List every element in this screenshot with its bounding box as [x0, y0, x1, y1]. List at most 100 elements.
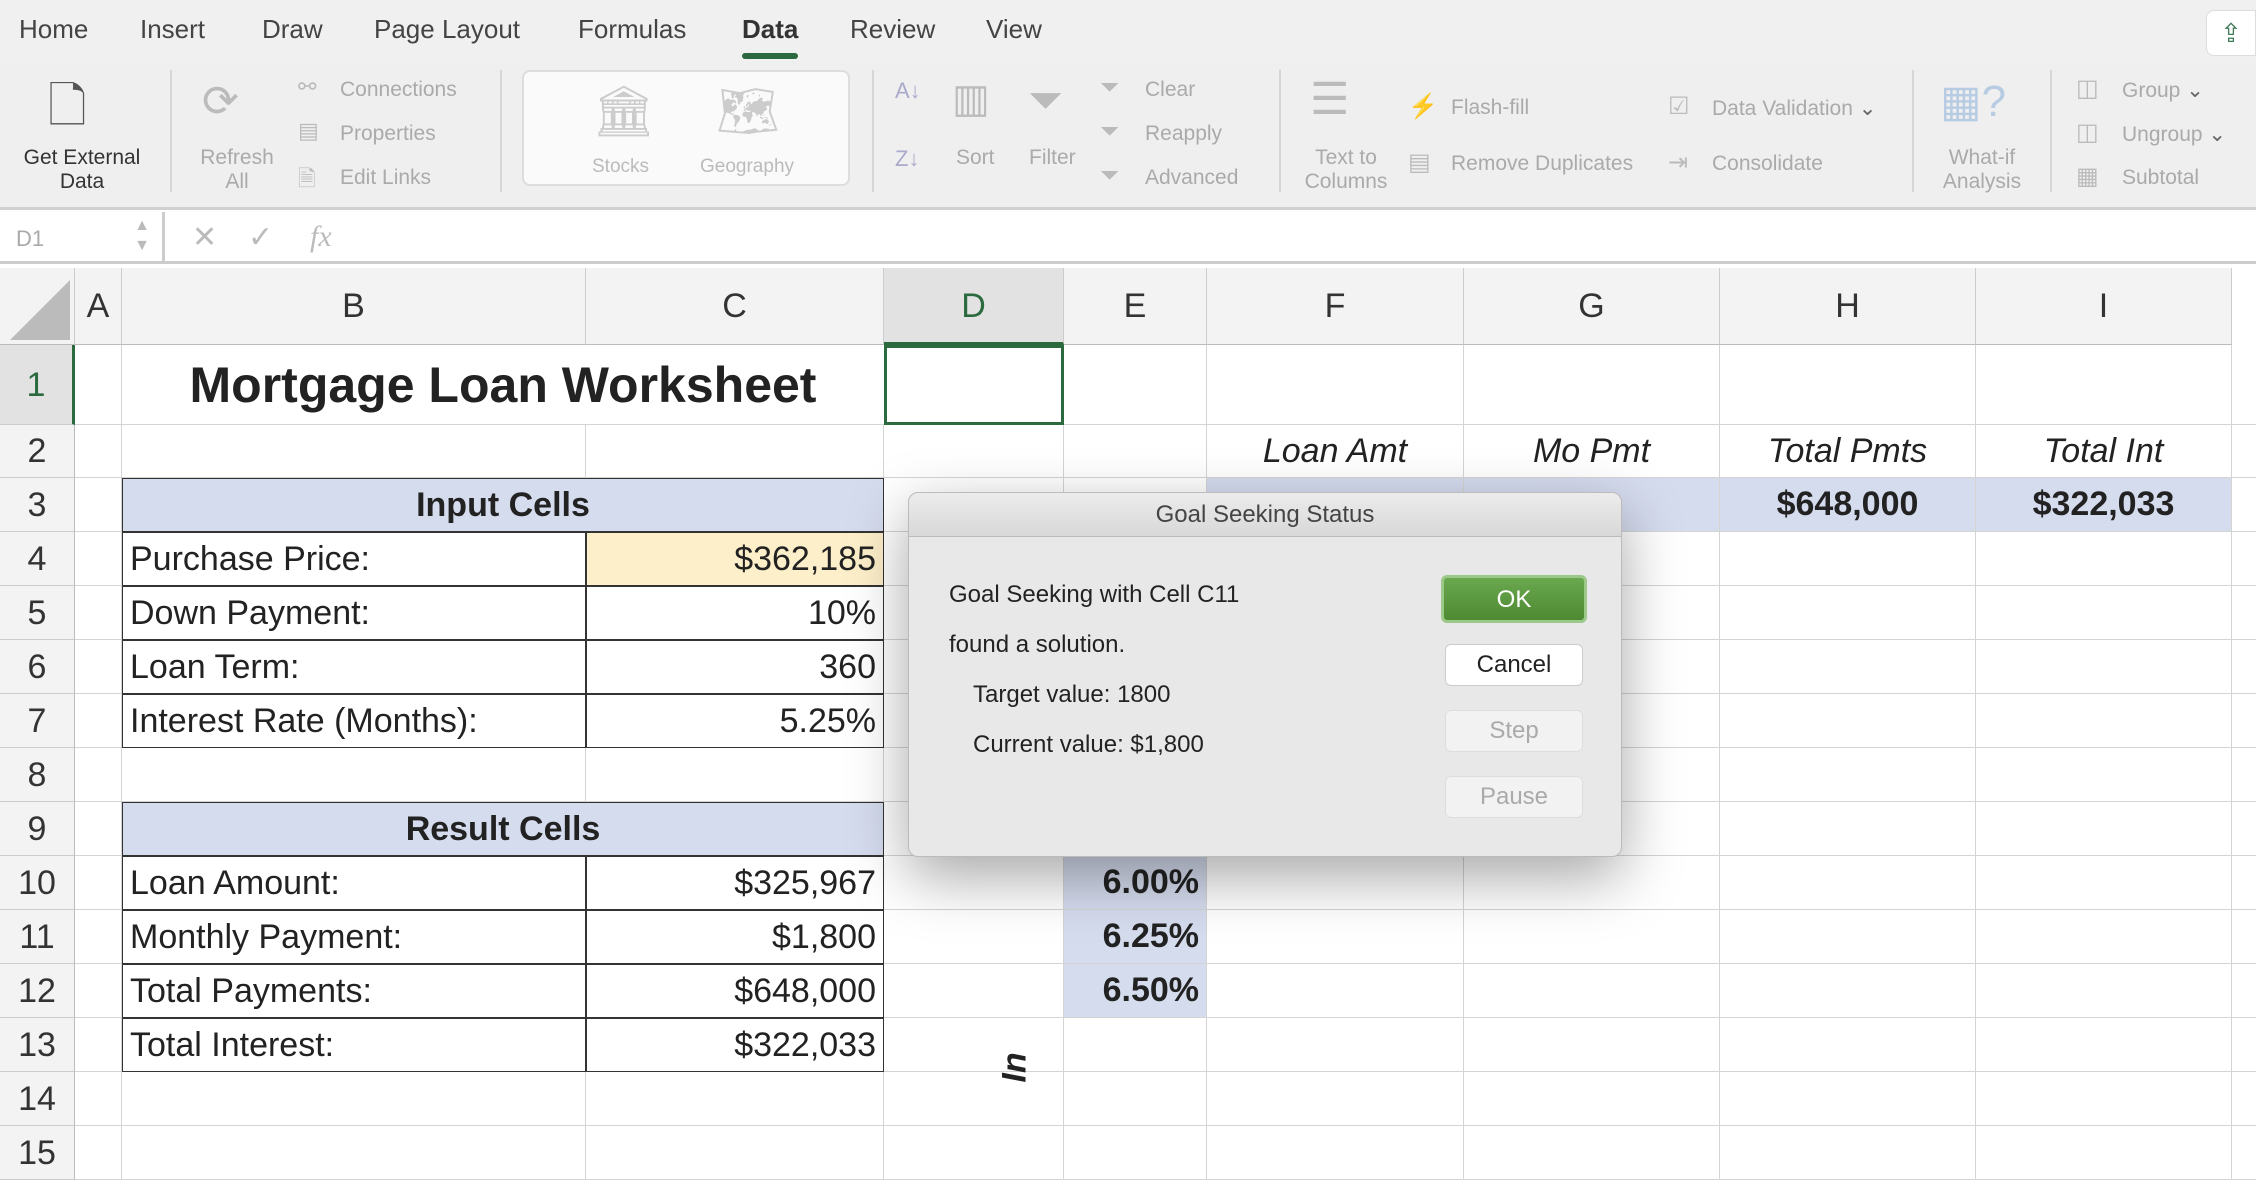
input-value[interactable]: 10% [586, 586, 884, 640]
row-header-10[interactable]: 10 [0, 856, 75, 910]
cell[interactable] [1207, 1126, 1464, 1180]
ok-button[interactable]: OK [1441, 575, 1587, 623]
row-header-1[interactable]: 1 [0, 345, 75, 425]
rate-value[interactable]: 6.25% [1064, 910, 1207, 964]
cell[interactable] [1976, 532, 2232, 586]
stocks-button[interactable]: Stocks [592, 156, 649, 178]
cell[interactable] [1720, 1072, 1976, 1126]
cell[interactable] [2232, 586, 2256, 640]
what-if-analysis-button[interactable]: What-if Analysis [1930, 146, 2034, 194]
cell[interactable] [1064, 425, 1207, 478]
cell[interactable] [1720, 640, 1976, 694]
cell[interactable] [75, 532, 122, 586]
cell[interactable] [586, 1072, 884, 1126]
cell[interactable] [2232, 532, 2256, 586]
function-icon[interactable]: fx [310, 220, 332, 254]
cell[interactable] [2232, 478, 2256, 532]
cell[interactable] [2232, 1018, 2256, 1072]
cell[interactable] [75, 964, 122, 1018]
cell[interactable] [884, 856, 1064, 910]
cell[interactable] [1976, 1072, 2232, 1126]
input-value[interactable]: 360 [586, 640, 884, 694]
tab-formulas[interactable]: Formulas [578, 14, 686, 45]
cell[interactable] [1464, 1126, 1720, 1180]
name-box[interactable]: D1 ▲ ▼ [0, 212, 165, 262]
cancel-button[interactable]: Cancel [1445, 644, 1583, 686]
cell[interactable] [1720, 802, 1976, 856]
cell[interactable] [122, 1072, 586, 1126]
cell[interactable] [1464, 910, 1720, 964]
sort-za-icon[interactable]: Z↓ [895, 146, 919, 172]
cell[interactable] [1207, 1018, 1464, 1072]
cell[interactable] [1064, 1126, 1207, 1180]
cell[interactable] [122, 1126, 586, 1180]
table-header-h[interactable]: Total Pmts [1720, 425, 1976, 478]
cell[interactable] [2232, 802, 2256, 856]
consolidate-button[interactable]: Consolidate [1712, 152, 1823, 176]
cell[interactable] [122, 748, 586, 802]
tab-home[interactable]: Home [19, 14, 88, 45]
row-header-3[interactable]: 3 [0, 478, 75, 532]
cell[interactable] [1976, 1018, 2232, 1072]
cell[interactable] [1720, 345, 1976, 425]
cell[interactable] [586, 748, 884, 802]
cell[interactable] [75, 1072, 122, 1126]
result-value[interactable]: $325,967 [586, 856, 884, 910]
cell[interactable] [1720, 1018, 1976, 1072]
row-header-7[interactable]: 7 [0, 694, 75, 748]
cell[interactable] [122, 425, 586, 478]
refresh-all-button[interactable]: Refresh All [192, 146, 282, 194]
cell[interactable] [2232, 748, 2256, 802]
row-header-2[interactable]: 2 [0, 425, 75, 478]
remove-duplicates-button[interactable]: Remove Duplicates [1451, 152, 1633, 176]
cell[interactable] [75, 910, 122, 964]
ungroup-button[interactable]: Ungroup ⌄ [2122, 122, 2226, 147]
cell[interactable] [1720, 1126, 1976, 1180]
cell[interactable] [2232, 640, 2256, 694]
row-header-5[interactable]: 5 [0, 586, 75, 640]
connections-button[interactable]: Connections [340, 78, 457, 102]
flash-fill-button[interactable]: Flash-fill [1451, 96, 1529, 120]
sheet-title[interactable]: Mortgage Loan Worksheet [122, 345, 884, 425]
cell[interactable] [1207, 1072, 1464, 1126]
filter-button[interactable]: Filter [1029, 146, 1076, 170]
cell[interactable] [1976, 345, 2232, 425]
cell[interactable] [75, 856, 122, 910]
rate-value[interactable]: 6.00% [1064, 856, 1207, 910]
cell[interactable] [1976, 640, 2232, 694]
cell[interactable] [75, 1018, 122, 1072]
column-header-a[interactable]: A [75, 268, 122, 345]
get-external-data-button[interactable]: Get External Data [12, 146, 152, 194]
input-label[interactable]: Loan Term: [122, 640, 586, 694]
cell[interactable] [1720, 532, 1976, 586]
row-header-8[interactable]: 8 [0, 748, 75, 802]
cell[interactable] [884, 1018, 1064, 1072]
selected-cell-d1[interactable] [884, 345, 1064, 425]
input-label[interactable]: Down Payment: [122, 586, 586, 640]
pause-button[interactable]: Pause [1445, 776, 1583, 818]
column-header-b[interactable]: B [122, 268, 586, 345]
cell[interactable] [884, 1126, 1064, 1180]
cell[interactable] [884, 425, 1064, 478]
column-header-c[interactable]: C [586, 268, 884, 345]
row-header-9[interactable]: 9 [0, 802, 75, 856]
enter-icon[interactable]: ✓ [248, 220, 273, 255]
cell[interactable] [1720, 586, 1976, 640]
rate-value[interactable]: 6.50% [1064, 964, 1207, 1018]
cell[interactable] [1976, 586, 2232, 640]
column-header-d[interactable]: D [884, 268, 1064, 345]
properties-button[interactable]: Properties [340, 122, 436, 146]
cell[interactable] [1976, 1126, 2232, 1180]
input-cells-header[interactable]: Input Cells [122, 478, 884, 532]
cell[interactable] [1464, 856, 1720, 910]
row-header-4[interactable]: 4 [0, 532, 75, 586]
row-header-13[interactable]: 13 [0, 1018, 75, 1072]
column-header-f[interactable]: F [1207, 268, 1464, 345]
advanced-button[interactable]: Advanced [1145, 166, 1238, 190]
input-label[interactable]: Interest Rate (Months): [122, 694, 586, 748]
row-header-6[interactable]: 6 [0, 640, 75, 694]
result-label[interactable]: Monthly Payment: [122, 910, 586, 964]
result-value[interactable]: $322,033 [586, 1018, 884, 1072]
cell[interactable] [1720, 964, 1976, 1018]
cell[interactable] [586, 1126, 884, 1180]
